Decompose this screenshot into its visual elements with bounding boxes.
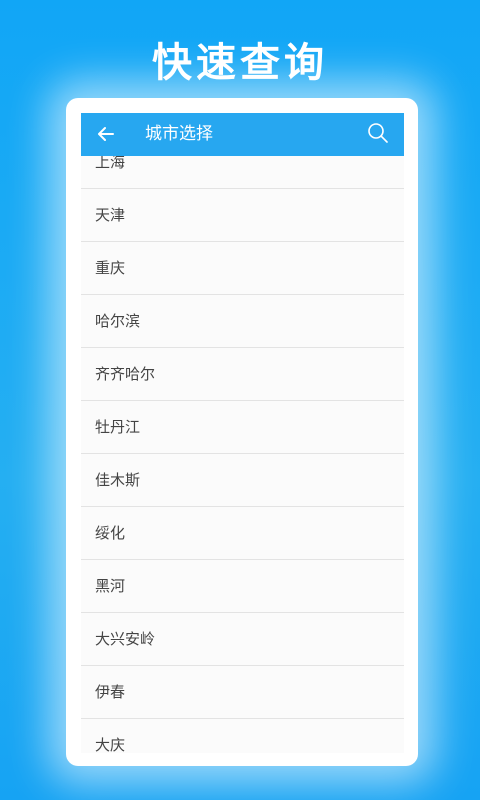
city-label: 黑河: [95, 577, 126, 595]
arrow-left-icon: [98, 127, 114, 141]
list-item[interactable]: 牡丹江: [81, 401, 404, 454]
list-item[interactable]: 伊春: [81, 666, 404, 719]
city-label: 绥化: [95, 524, 126, 542]
list-item[interactable]: 绥化: [81, 507, 404, 560]
search-icon: [368, 123, 388, 143]
city-label: 大庆: [95, 736, 126, 753]
list-item[interactable]: 佳木斯: [81, 454, 404, 507]
city-list-content: 上海 天津 重庆 哈尔滨 齐齐哈尔 牡丹江 佳木斯 绥化 黑河 大兴安岭 伊春 …: [81, 156, 404, 753]
city-label: 佳木斯: [95, 471, 141, 489]
list-item[interactable]: 天津: [81, 189, 404, 242]
list-item[interactable]: 大兴安岭: [81, 613, 404, 666]
city-list[interactable]: 上海 天津 重庆 哈尔滨 齐齐哈尔 牡丹江 佳木斯 绥化 黑河 大兴安岭 伊春 …: [81, 156, 404, 753]
list-item[interactable]: 黑河: [81, 560, 404, 613]
city-label: 天津: [95, 206, 126, 224]
city-label: 齐齐哈尔: [95, 365, 156, 383]
city-label: 上海: [95, 156, 126, 171]
list-item[interactable]: 哈尔滨: [81, 295, 404, 348]
city-label: 伊春: [95, 683, 126, 701]
app-bar: 城市选择: [81, 113, 404, 156]
page-title: 城市选择: [145, 124, 213, 144]
app-screen: 城市选择 上海 天津 重庆 哈尔滨 齐齐哈尔 牡丹江 佳木斯 绥化 黑河 大兴安…: [81, 113, 404, 753]
list-item[interactable]: 大庆: [81, 719, 404, 753]
city-label: 牡丹江: [95, 418, 141, 436]
list-item[interactable]: 上海: [81, 156, 404, 189]
city-label: 重庆: [95, 259, 126, 277]
back-button[interactable]: [93, 121, 119, 147]
promo-title: 快速查询: [152, 40, 328, 86]
search-button[interactable]: [366, 121, 390, 145]
list-item[interactable]: 重庆: [81, 242, 404, 295]
city-label: 哈尔滨: [95, 312, 141, 330]
city-label: 大兴安岭: [95, 630, 156, 648]
list-item[interactable]: 齐齐哈尔: [81, 348, 404, 401]
